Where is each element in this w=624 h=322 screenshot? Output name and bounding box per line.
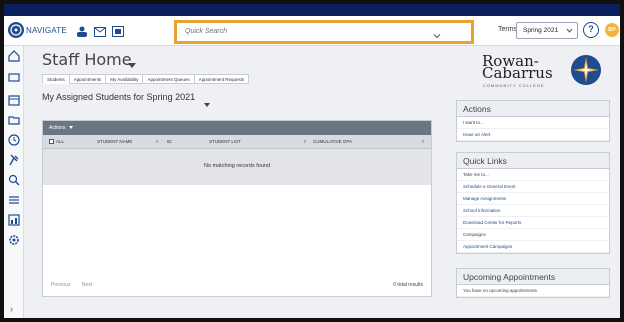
search-icon[interactable]: [8, 174, 20, 186]
quick-links-card: Quick Links Take me to... Schedule a Gen…: [456, 152, 610, 254]
issue-alert-link[interactable]: Issue an Alert: [457, 129, 609, 141]
folder-icon[interactable]: [8, 114, 20, 126]
tab-appointments[interactable]: Appointments: [68, 74, 106, 84]
next-page-button[interactable]: Next: [82, 282, 92, 288]
caret-down-icon: [69, 126, 73, 129]
actions-bar[interactable]: Actions: [43, 121, 431, 135]
table-header-row: ALL STUDENT NAME ▾ ID STUDENT LIST ⇕ CUM…: [43, 135, 431, 149]
side-navigation: ›: [4, 46, 24, 318]
section-title: My Assigned Students for Spring 2021: [42, 92, 196, 102]
quick-link[interactable]: Campaigns: [457, 229, 609, 241]
quick-link[interactable]: Download Center for Reports: [457, 217, 609, 229]
column-header-all: ALL: [56, 139, 65, 144]
chevron-down-icon: [566, 28, 573, 33]
logo-text-line2: Cabarrus: [482, 64, 553, 82]
quick-link[interactable]: Schedule a General Event: [457, 181, 609, 193]
clock-icon[interactable]: [8, 134, 20, 146]
term-select-value: Spring 2021: [523, 27, 559, 34]
upcoming-appointments-message: You have no upcoming appointments.: [457, 285, 609, 297]
college-logo: Rowan- Cabarrus COMMUNITY COLLEGE: [456, 52, 606, 92]
logo-text-line3: COMMUNITY COLLEGE: [483, 83, 545, 88]
caret-down-icon[interactable]: [204, 95, 210, 113]
pin-icon[interactable]: [8, 154, 20, 166]
term-label: Terms: [498, 26, 518, 33]
message-icon[interactable]: [8, 72, 20, 84]
students-table-panel: Actions ALL STUDENT NAME ▾ ID STUDENT LI…: [42, 120, 432, 297]
page-title: Staff Home: [42, 50, 132, 69]
list-icon[interactable]: [8, 194, 20, 206]
chevron-down-icon[interactable]: [433, 27, 441, 45]
column-header-student-name[interactable]: STUDENT NAME: [97, 139, 132, 144]
table-body: No matching records found: [43, 149, 431, 185]
quick-link[interactable]: Manage Assignments: [457, 193, 609, 205]
actions-card-title: Actions: [457, 101, 609, 117]
column-header-cumulative-gpa[interactable]: CUMULATIVE GPA: [313, 139, 352, 144]
chevron-right-icon[interactable]: ›: [10, 304, 13, 314]
empty-table-message: No matching records found: [203, 163, 271, 169]
gear-icon[interactable]: [8, 234, 20, 246]
navigate-logo-icon[interactable]: [8, 22, 24, 38]
top-navigation: NAVIGATE Quick Search Terms Spring 2021: [4, 16, 620, 46]
tab-strip: Students Appointments My Availability Ap…: [42, 74, 250, 84]
select-all-checkbox[interactable]: [49, 139, 54, 144]
actions-card: Actions I want to... Issue an Alert: [456, 100, 610, 142]
quick-links-item: Take me to...: [457, 169, 609, 181]
reports-icon[interactable]: [112, 24, 124, 42]
tab-appointment-queues[interactable]: Appointment Queues: [142, 74, 194, 84]
help-button[interactable]: ?: [583, 22, 599, 38]
sort-icon[interactable]: ⇕: [303, 139, 307, 145]
home-icon[interactable]: [8, 50, 20, 62]
column-header-student-list[interactable]: STUDENT LIST: [209, 139, 241, 144]
quick-search-placeholder: Quick Search: [185, 28, 228, 35]
quick-links-title: Quick Links: [457, 153, 609, 169]
tab-appointment-requests[interactable]: Appointment Requests: [193, 74, 250, 84]
previous-page-button[interactable]: Previous: [51, 282, 70, 288]
term-select[interactable]: Spring 2021: [516, 22, 578, 39]
upcoming-appointments-card: Upcoming Appointments You have no upcomi…: [456, 268, 610, 298]
actions-card-item: I want to...: [457, 117, 609, 129]
user-avatar[interactable]: BP: [605, 23, 619, 37]
quick-link[interactable]: Appointment Campaigns: [457, 241, 609, 253]
app-window: NAVIGATE Quick Search Terms Spring 2021: [4, 16, 620, 318]
column-header-id[interactable]: ID: [167, 139, 172, 144]
pagination: Previous Next: [51, 282, 92, 288]
calendar-icon[interactable]: [8, 94, 20, 106]
tab-my-availability[interactable]: My Availability: [105, 74, 143, 84]
total-results: 0 total results: [393, 282, 423, 288]
actions-menu-button[interactable]: Actions: [49, 125, 65, 131]
tab-students[interactable]: Students: [42, 74, 69, 84]
people-icon[interactable]: [76, 24, 88, 42]
mail-icon[interactable]: [94, 24, 106, 42]
chart-icon[interactable]: [8, 214, 20, 226]
browser-titlebar: [4, 4, 620, 16]
window-frame: NAVIGATE Quick Search Terms Spring 2021: [0, 0, 624, 322]
quick-link[interactable]: School Information: [457, 205, 609, 217]
upcoming-appointments-title: Upcoming Appointments: [457, 269, 609, 285]
caret-down-icon[interactable]: [128, 56, 136, 74]
navigate-label: NAVIGATE: [26, 26, 67, 35]
sort-icon[interactable]: ▾: [156, 139, 158, 145]
quick-search-field[interactable]: Quick Search: [174, 20, 474, 44]
compass-star-icon: [571, 55, 601, 85]
sort-icon[interactable]: ⇕: [421, 139, 425, 145]
